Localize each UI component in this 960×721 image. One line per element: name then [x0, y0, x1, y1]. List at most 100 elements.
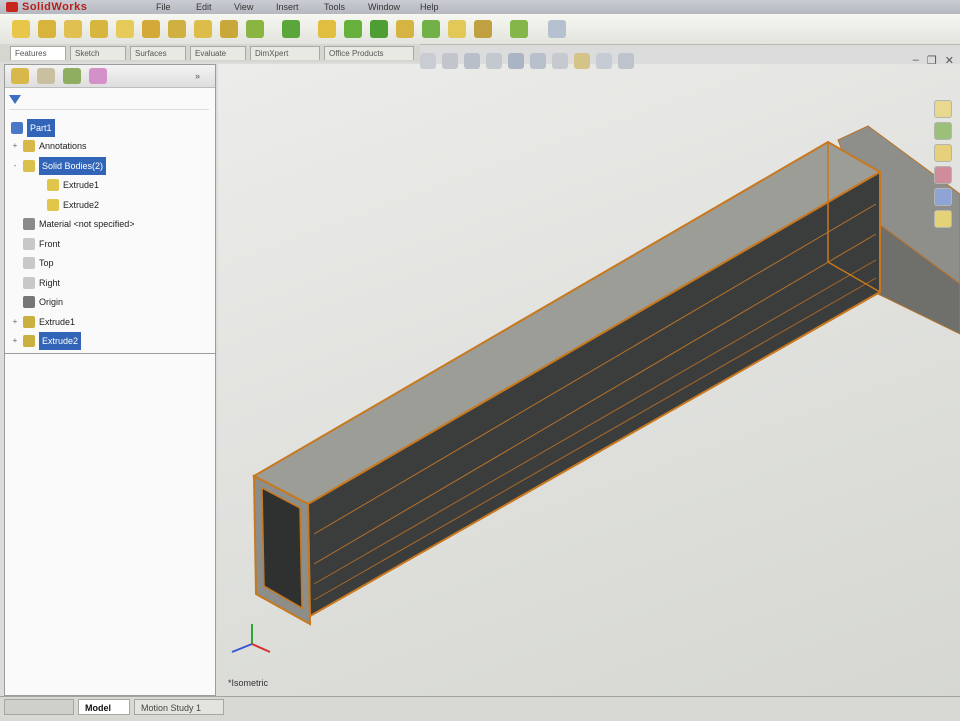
origin-icon [23, 296, 35, 308]
tree-node-label: Extrude1 [39, 316, 76, 327]
graphics-area[interactable]: *Isometric [218, 64, 960, 696]
tree-node[interactable]: Origin [11, 293, 63, 311]
tree-node[interactable]: + Annotations [11, 137, 87, 155]
triad-x-axis [251, 643, 271, 653]
design-library-icon[interactable] [934, 122, 952, 140]
tree-node-label: Material <not specified> [39, 219, 135, 229]
menu-window[interactable]: Window [362, 0, 406, 14]
tree-node[interactable]: Top [11, 254, 54, 272]
fillet-icon[interactable] [142, 20, 160, 38]
search-icon[interactable] [934, 166, 952, 184]
view-palette-icon[interactable] [934, 188, 952, 206]
file-explorer-icon[interactable] [934, 144, 952, 162]
sweep-icon[interactable] [64, 20, 82, 38]
property-manager-tab-icon[interactable] [37, 68, 55, 84]
tab-office-products[interactable]: Office Products [324, 46, 414, 60]
tree-expander-icon[interactable]: + [11, 137, 19, 155]
dimxpert-manager-tab-icon[interactable] [89, 68, 107, 84]
solid-bodies-icon [23, 159, 35, 172]
tree-root[interactable]: Part1 [11, 119, 55, 137]
loft-icon[interactable] [90, 20, 108, 38]
part-model-render[interactable] [218, 64, 960, 696]
tree-node[interactable]: Right [11, 274, 60, 292]
menu-insert[interactable]: Insert [270, 0, 305, 14]
edit-appearance-icon[interactable] [574, 53, 590, 69]
split-icon[interactable] [422, 20, 440, 38]
configuration-manager-tab-icon[interactable] [63, 68, 81, 84]
display-style-icon[interactable] [530, 53, 546, 69]
funnel-icon [9, 95, 21, 104]
hide-show-items-icon[interactable] [552, 53, 568, 69]
menu-help[interactable]: Help [414, 0, 445, 14]
tree-expander-icon[interactable]: + [11, 313, 19, 331]
tree-node[interactable]: Extrude2 [35, 196, 99, 214]
shell-icon[interactable] [220, 20, 238, 38]
tree-node-label: Origin [39, 297, 64, 307]
move-body-icon[interactable] [474, 20, 492, 38]
extruded-cut-icon[interactable] [116, 20, 134, 38]
feature-manager-panel: » Part1 + Annotations - Solid Bodies(2) Extr… [4, 64, 216, 696]
instant3d-icon[interactable] [396, 20, 414, 38]
section-view-icon[interactable] [486, 53, 502, 69]
weldments-icon[interactable] [548, 20, 566, 38]
apply-scene-icon[interactable] [596, 53, 612, 69]
zoom-to-area-icon[interactable] [442, 53, 458, 69]
view-settings-icon[interactable] [618, 53, 634, 69]
tree-node[interactable]: + Extrude1 [11, 313, 75, 331]
rib-icon[interactable] [194, 20, 212, 38]
app-logo[interactable]: SolidWorks [6, 0, 87, 14]
tree-filter[interactable] [9, 95, 209, 110]
restore-icon[interactable]: ❐ [927, 54, 937, 67]
mirror-icon[interactable] [318, 20, 336, 38]
reference-geometry-icon[interactable] [344, 20, 362, 38]
plane-icon [23, 257, 35, 269]
feature-manager-tab-icon[interactable] [11, 68, 29, 84]
extruded-boss-icon[interactable] [12, 20, 30, 38]
resources-icon[interactable] [934, 100, 952, 118]
panel-tabs: » [5, 65, 215, 88]
menu-view[interactable]: View [228, 0, 259, 14]
chamfer-icon[interactable] [168, 20, 186, 38]
appearances-icon[interactable] [934, 210, 952, 228]
zoom-to-fit-icon[interactable] [420, 53, 436, 69]
command-manager-tabs: Features Sketch Surfaces Evaluate DimXpe… [0, 44, 420, 62]
tab-surfaces[interactable]: Surfaces [130, 46, 186, 60]
heads-up-view-toolbar [420, 50, 634, 72]
title-bar: SolidWorks File Edit View Insert Tools W… [0, 0, 960, 15]
app-logo-text: SolidWorks [22, 1, 88, 13]
linear-pattern-icon[interactable] [282, 20, 300, 38]
view-orientation-label: *Isometric [228, 678, 269, 688]
previous-view-icon[interactable] [464, 53, 480, 69]
tab-dimxpert[interactable]: DimXpert [250, 46, 320, 60]
tree-node-label: Right [39, 277, 61, 288]
close-icon[interactable]: ✕ [945, 54, 954, 67]
tree-node[interactable]: Material <not specified> [11, 215, 135, 233]
bottom-tab-bar: Model Motion Study 1 [0, 696, 960, 721]
tree-expander-icon[interactable]: - [11, 157, 19, 175]
tree-node[interactable]: + Extrude2 [11, 332, 82, 350]
combine-icon[interactable] [448, 20, 466, 38]
menu-file[interactable]: File [150, 0, 177, 14]
tab-motion-study[interactable]: Motion Study 1 [134, 699, 224, 715]
minimize-icon[interactable]: – [913, 54, 919, 67]
solidworks-logo-icon [6, 2, 18, 12]
panel-collapse-icon[interactable]: » [195, 71, 200, 81]
revolve-icon[interactable] [38, 20, 56, 38]
panel-divider[interactable] [5, 353, 215, 354]
draft-icon[interactable] [246, 20, 264, 38]
tab-evaluate[interactable]: Evaluate [190, 46, 246, 60]
tab-features[interactable]: Features [10, 46, 66, 60]
scale-icon[interactable] [510, 20, 528, 38]
tree-node[interactable]: Front [11, 235, 60, 253]
menu-edit[interactable]: Edit [190, 0, 218, 14]
menu-tools[interactable]: Tools [318, 0, 351, 14]
view-orientation-icon[interactable] [508, 53, 524, 69]
curves-icon[interactable] [370, 20, 388, 38]
command-toolbar [0, 14, 960, 45]
tab-sketch[interactable]: Sketch [70, 46, 126, 60]
tab-model[interactable]: Model [78, 699, 130, 715]
tab-blank[interactable] [4, 699, 74, 715]
tree-node[interactable]: - Solid Bodies(2) [11, 156, 107, 175]
tree-expander-icon[interactable]: + [11, 332, 19, 350]
tree-node[interactable]: Extrude1 [35, 176, 99, 194]
